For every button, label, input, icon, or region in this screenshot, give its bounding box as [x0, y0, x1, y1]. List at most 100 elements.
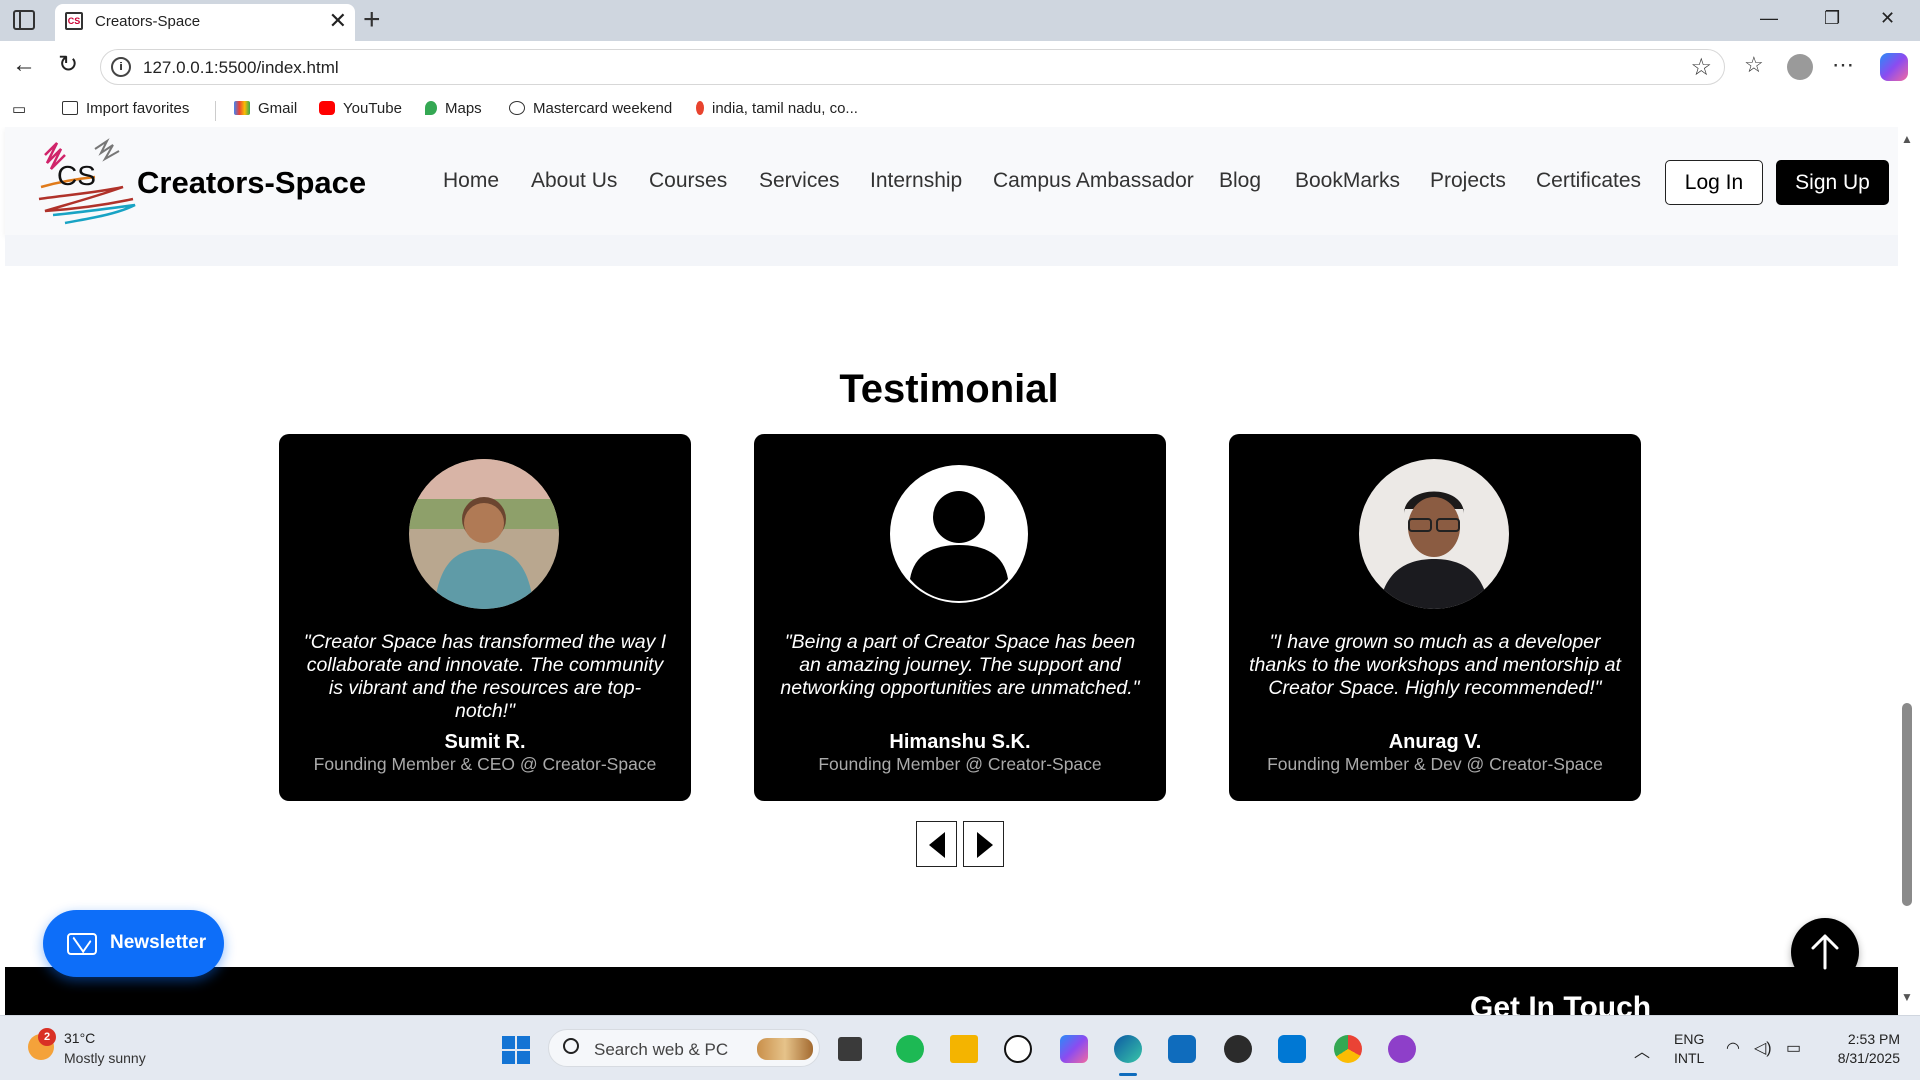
flame-icon — [696, 101, 704, 115]
login-button[interactable]: Log In — [1665, 160, 1763, 205]
scroll-up-icon[interactable]: ▲ — [1901, 132, 1913, 146]
testimonial-role: Founding Member @ Creator-Space — [818, 754, 1102, 774]
copilot-icon[interactable] — [1880, 53, 1908, 81]
reload-icon[interactable]: ↻ — [58, 53, 78, 77]
testimonial-quote: "Creator Space has transformed the way I… — [303, 631, 667, 722]
nav-home[interactable]: Home — [443, 169, 499, 193]
testimonial-name: Anurag V. — [1388, 731, 1482, 753]
nav-blog[interactable]: Blog — [1219, 169, 1261, 193]
testimonial-role: Founding Member & Dev @ Creator-Space — [1267, 754, 1603, 774]
edge-icon[interactable] — [1114, 1035, 1142, 1063]
site-info-icon[interactable]: i — [111, 57, 131, 77]
file-explorer-icon[interactable] — [950, 1035, 978, 1063]
default-user-icon — [885, 460, 1033, 608]
arrow-up-icon — [1811, 934, 1839, 970]
scroll-to-top-button[interactable] — [1791, 918, 1859, 986]
taskbar-search[interactable]: Search web & PC — [548, 1029, 820, 1067]
page-viewport: CS Creators-Space Home About Us Courses … — [0, 127, 1898, 1015]
more-menu-icon[interactable]: ⋯ — [1832, 51, 1854, 79]
input-language[interactable]: ENG INTL — [1674, 1030, 1704, 1068]
testimonial-role: Founding Member & CEO @ Creator-Space — [313, 754, 657, 774]
media-player-icon[interactable] — [1224, 1035, 1252, 1063]
testimonial-card: "Creator Space has transformed the way I… — [279, 434, 691, 801]
github-desktop-icon[interactable] — [1388, 1035, 1416, 1063]
nav-courses[interactable]: Courses — [649, 169, 727, 193]
favorite-label: india, tamil nadu, co... — [712, 100, 858, 117]
tab-title: Creators-Space — [95, 13, 201, 30]
favorite-youtube[interactable]: YouTube — [319, 100, 402, 117]
favorite-maps[interactable]: Maps — [425, 100, 482, 117]
favorite-star-icon[interactable]: ☆ — [1690, 53, 1712, 82]
favorite-search[interactable]: india, tamil nadu, co... — [696, 100, 858, 117]
notification-badge: 2 — [38, 1028, 56, 1046]
testimonial-card: "Being a part of Creator Space has been … — [754, 434, 1166, 801]
search-highlight-image — [757, 1038, 813, 1060]
favorite-mastercard[interactable]: Mastercard weekend — [509, 100, 672, 117]
nav-projects[interactable]: Projects — [1430, 169, 1506, 193]
copilot-app-icon[interactable] — [1060, 1035, 1088, 1063]
nav-bookmarks[interactable]: BookMarks — [1295, 169, 1400, 193]
show-hidden-icons-icon[interactable]: ︿ — [1634, 1038, 1650, 1062]
scroll-down-icon[interactable]: ▼ — [1901, 990, 1913, 1004]
clock[interactable]: 2:53 PM 8/31/2025 — [1820, 1030, 1900, 1068]
clock-date: 8/31/2025 — [1837, 1050, 1900, 1066]
browser-tab[interactable]: CS Creators-Space ✕ — [55, 4, 355, 41]
favorite-gmail[interactable]: Gmail — [234, 100, 297, 117]
spotify-icon[interactable] — [896, 1035, 924, 1063]
site-footer: Get In Touch — [5, 967, 1898, 1015]
site-header: CS Creators-Space Home About Us Courses … — [5, 127, 1898, 235]
scrollbar-thumb[interactable] — [1902, 703, 1912, 906]
minimize-icon[interactable]: — — [1760, 8, 1778, 29]
testimonial-name: Himanshu S.K. — [889, 731, 1031, 753]
wifi-icon[interactable]: ◠ — [1726, 1038, 1740, 1058]
site-favicon-icon: CS — [65, 12, 83, 30]
new-tab-icon[interactable]: + — [363, 2, 381, 38]
battery-icon[interactable]: ▭ — [1786, 1038, 1801, 1058]
reading-view-icon[interactable]: ▭ — [12, 100, 26, 118]
signup-button[interactable]: Sign Up — [1776, 160, 1889, 205]
globe-icon — [509, 101, 525, 115]
windows-start-icon[interactable] — [502, 1036, 530, 1064]
footer-heading: Get In Touch — [1470, 991, 1652, 1015]
carousel-next-button[interactable] — [963, 821, 1004, 867]
nav-services[interactable]: Services — [759, 169, 840, 193]
tab-actions-icon[interactable] — [13, 10, 35, 30]
browser-tab-strip: CS Creators-Space ✕ + — ❐ ✕ — [0, 0, 1920, 41]
maps-icon — [425, 101, 437, 115]
url-text: 127.0.0.1:5500/index.html — [143, 58, 339, 77]
chrome-icon[interactable] — [1334, 1035, 1362, 1063]
nav-campus-ambassador[interactable]: Campus Ambassador — [993, 169, 1194, 193]
brand-name[interactable]: Creators-Space — [137, 165, 366, 201]
favorites-icon[interactable]: ☆ — [1744, 51, 1764, 79]
address-input[interactable]: i 127.0.0.1:5500/index.html ☆ — [100, 49, 1725, 85]
testimonial-card: "I have grown so much as a developer tha… — [1229, 434, 1641, 801]
nav-internship[interactable]: Internship — [870, 169, 962, 193]
newsletter-button[interactable]: Newsletter — [43, 910, 224, 977]
tab-close-icon[interactable]: ✕ — [329, 8, 347, 34]
window-close-icon[interactable]: ✕ — [1880, 8, 1895, 29]
testimonial-quote: "Being a part of Creator Space has been … — [780, 631, 1140, 699]
lang-line-2: INTL — [1674, 1050, 1705, 1066]
nav-about-us[interactable]: About Us — [531, 169, 617, 193]
volume-icon[interactable]: ◁) — [1754, 1038, 1772, 1058]
favorite-label: YouTube — [343, 100, 402, 117]
dell-icon[interactable] — [1004, 1035, 1032, 1063]
vscode-icon[interactable] — [1278, 1035, 1306, 1063]
restore-icon[interactable]: ❐ — [1824, 8, 1840, 29]
creators-space-logo[interactable]: CS — [35, 135, 140, 235]
back-icon[interactable]: ← — [12, 53, 36, 77]
header-band — [5, 235, 1898, 266]
weather-description[interactable]: Mostly sunny — [64, 1050, 146, 1066]
mail-icon — [67, 933, 97, 955]
outlook-icon[interactable] — [1168, 1035, 1196, 1063]
lang-line-1: ENG — [1674, 1031, 1705, 1047]
profile-avatar-icon[interactable] — [1787, 54, 1813, 80]
task-view-icon[interactable] — [838, 1037, 862, 1061]
weather-temperature[interactable]: 31°C — [64, 1030, 95, 1046]
carousel-prev-button[interactable] — [916, 821, 957, 867]
nav-certificates[interactable]: Certificates — [1536, 169, 1641, 193]
favorite-label: Import favorites — [86, 100, 190, 117]
favorite-import[interactable]: Import favorites — [62, 100, 189, 117]
avatar-photo — [1359, 459, 1509, 609]
active-app-indicator — [1119, 1073, 1137, 1076]
